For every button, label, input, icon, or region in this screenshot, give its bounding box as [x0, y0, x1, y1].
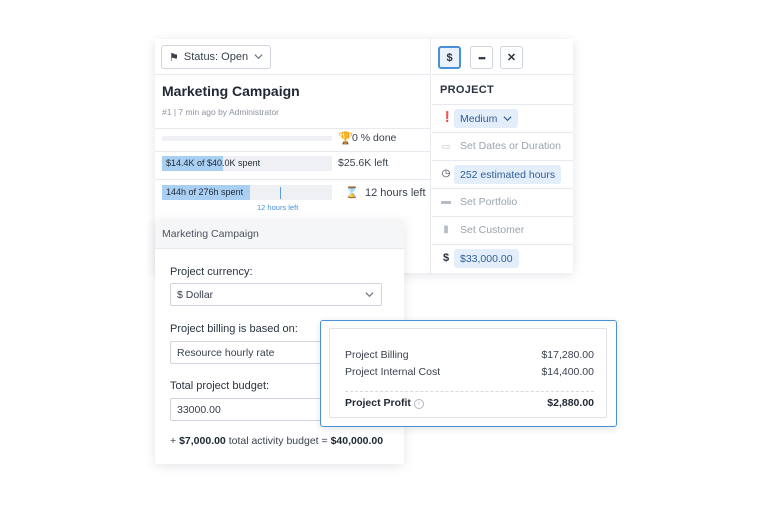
customer-row[interactable]: ▮ Set Customer — [432, 216, 573, 244]
total-budget-sum: $40,000.00 — [330, 435, 384, 447]
summary-mid: total activity budget = — [225, 435, 331, 447]
billing-label: Project billing is based on: — [170, 323, 298, 335]
progress-label: 0 % done — [352, 132, 397, 144]
flag-icon: ⚑ — [169, 51, 179, 64]
budget-spent-label: $14.4K of $40.0K spent — [166, 158, 261, 168]
briefcase-icon: ▬ — [441, 196, 451, 207]
profit-row-label: Project Profit — [345, 397, 411, 409]
estimate-row[interactable]: ◷ 252 estimated hours — [432, 160, 573, 188]
project-title[interactable]: Marketing Campaign — [162, 83, 300, 99]
clock-icon: ◷ — [441, 168, 451, 179]
priority-value: Medium — [460, 112, 498, 125]
chevron-down-icon — [254, 54, 263, 60]
cost-row: Project Internal Cost $14,400.00 — [345, 366, 594, 378]
currency-select[interactable]: $ Dollar — [170, 283, 382, 306]
project-properties: $ ••• ✕ PROJECT ❗ Medium ▭ Set Dates or … — [432, 39, 573, 273]
hours-marker — [280, 187, 281, 199]
profit-popover: Project Billing $17,280.00 Project Inter… — [320, 320, 617, 427]
profit-row: Project Profit i $2,880.00 — [345, 397, 594, 409]
currency-value: $ Dollar — [177, 289, 214, 301]
budget-panel-header: Marketing Campaign — [155, 220, 404, 249]
hourglass-icon: ⌛ — [345, 187, 359, 199]
divider — [155, 128, 431, 129]
chevron-down-icon — [365, 292, 374, 298]
chevron-down-icon — [503, 116, 512, 122]
hours-bar: 144h of 276h spent — [162, 185, 332, 200]
dollar-icon: $ — [442, 252, 450, 264]
close-button[interactable]: ✕ — [500, 46, 523, 69]
priority-row[interactable]: ❗ Medium — [432, 104, 573, 132]
properties-header: PROJECT — [440, 84, 495, 96]
divider — [155, 151, 431, 152]
dates-row[interactable]: ▭ Set Dates or Duration — [432, 132, 573, 160]
hours-spent-label: 144h of 276h spent — [166, 187, 244, 197]
billing-row: Project Billing $17,280.00 — [345, 349, 594, 361]
estimate-value: 252 estimated hours — [460, 168, 556, 181]
divider — [432, 74, 573, 75]
budget-bar: $14.4K of $40.0K spent — [162, 156, 332, 171]
hours-left-label: 12 hours left — [365, 187, 426, 199]
currency-label: Project currency: — [170, 266, 253, 278]
divider — [155, 179, 431, 180]
more-button[interactable]: ••• — [470, 46, 493, 69]
activity-budget: $7,000.00 — [179, 435, 226, 447]
divider — [155, 74, 431, 75]
priority-dropdown[interactable]: Medium — [454, 109, 519, 128]
info-icon[interactable]: i — [413, 399, 424, 409]
billing-row-value: $17,280.00 — [541, 349, 594, 361]
profit-row-value: $2,880.00 — [547, 397, 594, 409]
budget-pill[interactable]: $33,000.00 — [454, 249, 519, 268]
portfolio-value: Set Portfolio — [460, 196, 518, 208]
summary-prefix: + — [170, 435, 180, 447]
budget-value: $33,000.00 — [460, 252, 513, 265]
portfolio-row[interactable]: ▬ Set Portfolio — [432, 188, 573, 216]
divider — [345, 391, 594, 392]
progress-bar — [162, 136, 332, 141]
hours-marker-label: 12 hours left — [257, 203, 299, 212]
building-icon: ▮ — [443, 224, 449, 235]
calendar-icon: ▭ — [441, 141, 451, 151]
budget-button[interactable]: $ — [438, 46, 461, 69]
customer-value: Set Customer — [460, 224, 525, 236]
cost-row-value: $14,400.00 — [541, 366, 594, 378]
budget-row[interactable]: $ $33,000.00 — [432, 244, 573, 272]
trophy-icon: 🏆 — [338, 131, 353, 145]
alert-icon: ❗ — [441, 112, 454, 123]
billing-row-label: Project Billing — [345, 349, 409, 361]
billing-value: Resource hourly rate — [177, 347, 275, 359]
total-budget-value: 33000.00 — [177, 404, 221, 416]
cost-row-label: Project Internal Cost — [345, 366, 441, 378]
project-meta: #1 | 7 min ago by Administrator — [162, 107, 280, 117]
dates-value: Set Dates or Duration — [460, 140, 561, 152]
budget-left-label: $25.6K left — [338, 157, 389, 169]
budget-summary: + $7,000.00 total activity budget = $40,… — [170, 435, 383, 447]
status-dropdown[interactable]: ⚑ Status: Open — [161, 45, 271, 69]
profit-box: Project Billing $17,280.00 Project Inter… — [329, 328, 607, 418]
total-budget-label: Total project budget: — [170, 380, 270, 392]
estimate-pill[interactable]: 252 estimated hours — [454, 165, 562, 184]
status-label: Status: Open — [183, 51, 249, 63]
